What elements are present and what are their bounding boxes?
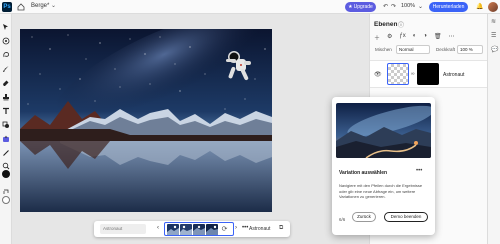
landscape-image — [20, 29, 272, 212]
lasso-tool-icon[interactable] — [2, 46, 10, 58]
comments-icon[interactable]: 💬 — [491, 46, 498, 53]
app-logo[interactable]: Ps — [2, 2, 12, 12]
background-color-swatch[interactable] — [2, 196, 10, 204]
variation-coachmark: Variation auswählen ••• Navigiere mit de… — [332, 97, 435, 235]
opacity-label: Deckkraft — [436, 47, 456, 52]
canvas-image[interactable] — [20, 29, 272, 212]
avatar[interactable] — [488, 2, 498, 12]
shape-tool-icon[interactable] — [2, 116, 10, 128]
top-bar: Ps Berge* ⌄ ★Upgrade ↶ ↷ 100% ⌄ Herunter… — [0, 0, 500, 14]
coachmark-title: Variation auswählen — [339, 170, 388, 176]
upgrade-button[interactable]: ★Upgrade — [345, 2, 376, 12]
fx-icon[interactable]: ƒx — [399, 33, 405, 42]
layer-tools: ＋ ⚙ ƒx ◐ ◑ 🗑 ⋯ — [374, 33, 455, 42]
delete-layer-icon[interactable]: 🗑 — [434, 33, 442, 42]
add-layer-icon[interactable]: ＋ — [374, 33, 380, 42]
link-icon[interactable]: ∞ — [411, 71, 415, 77]
layer-name: Astronaut — [443, 72, 465, 78]
previous-variation-button[interactable]: ‹ — [157, 225, 159, 231]
more-options-icon[interactable]: ••• — [416, 168, 422, 174]
eyedropper-icon[interactable] — [2, 144, 10, 156]
prompt-input[interactable] — [100, 224, 146, 234]
chevron-down-icon[interactable]: ⌄ — [51, 2, 56, 9]
variation-thumbnails: ⟳ — [164, 222, 234, 236]
redo-icon[interactable]: ↷ — [391, 3, 396, 10]
foreground-color-swatch[interactable] — [2, 170, 10, 178]
variation-thumbnail[interactable] — [180, 223, 192, 235]
layers-panel-icon[interactable]: ≋ — [491, 18, 496, 25]
blend-mode-label: Mischen — [375, 47, 392, 52]
generative-fill-icon[interactable] — [2, 130, 10, 142]
duplicate-icon[interactable]: ⧉ — [279, 225, 283, 232]
coachmark-image — [336, 103, 431, 158]
brush-tool-icon[interactable] — [2, 60, 10, 72]
properties-icon[interactable]: ☰ — [491, 32, 496, 39]
generate-more-icon[interactable]: ⟳ — [219, 224, 230, 235]
home-icon[interactable] — [17, 3, 25, 11]
upgrade-label: Upgrade — [353, 4, 373, 10]
end-demo-button[interactable]: Demo beenden — [384, 212, 428, 222]
next-variation-button[interactable]: › — [235, 225, 237, 231]
left-toolbar — [0, 14, 12, 244]
eye-icon[interactable]: 👁 — [374, 71, 382, 78]
blend-mode-select[interactable]: Normal — [396, 45, 430, 54]
layer-settings-icon[interactable]: ⚙ — [387, 33, 392, 42]
adjustment-icon[interactable]: ◑ — [423, 33, 427, 42]
back-button[interactable]: Zurück — [352, 212, 376, 222]
coachmark-body: Navigiere mit den Pfeilen durch die Erge… — [339, 183, 423, 200]
type-tool-icon[interactable] — [2, 102, 10, 114]
document-title[interactable]: Berge* — [31, 3, 49, 9]
selection-tool-icon[interactable] — [2, 32, 10, 45]
more-options-icon[interactable]: ••• — [242, 225, 248, 231]
undo-icon[interactable]: ↶ — [383, 3, 388, 10]
variation-thumbnail[interactable] — [167, 223, 179, 235]
more-icon[interactable]: ⋯ — [449, 33, 455, 42]
opacity-field[interactable]: 100 % — [457, 45, 483, 54]
eraser-tool-icon[interactable] — [2, 74, 10, 86]
layer-mask-thumbnail[interactable] — [417, 63, 439, 85]
layer-row[interactable]: 👁 ∞ Astronaut — [370, 60, 488, 88]
swap-colors-icon[interactable] — [2, 183, 10, 194]
variation-thumbnail[interactable] — [193, 223, 205, 235]
mask-icon[interactable]: ◐ — [413, 33, 417, 42]
contextual-task-bar: ‹ ⟳ › ••• Astronaut ⧉ — [94, 221, 290, 237]
panel-title: Ebenen — [374, 21, 398, 28]
bell-icon[interactable]: 🔔 — [476, 3, 483, 10]
layer-thumbnail — [387, 63, 409, 85]
zoom-chevron-icon[interactable]: ⌄ — [418, 3, 423, 10]
help-icon[interactable]: ⓘ — [398, 20, 404, 29]
download-button[interactable]: Herunterladen — [429, 2, 468, 12]
zoom-level[interactable]: 100% — [401, 3, 415, 9]
layer-name-label: Astronaut — [249, 226, 271, 232]
step-counter: 6/6 — [339, 217, 346, 222]
clone-stamp-icon[interactable] — [2, 88, 10, 101]
right-rail: ≋ ☰ 💬 — [487, 14, 500, 244]
star-icon: ★ — [348, 4, 353, 10]
variation-thumbnail-selected[interactable] — [206, 223, 218, 235]
move-tool-icon[interactable] — [2, 18, 10, 30]
zoom-tool-icon[interactable] — [2, 157, 10, 170]
